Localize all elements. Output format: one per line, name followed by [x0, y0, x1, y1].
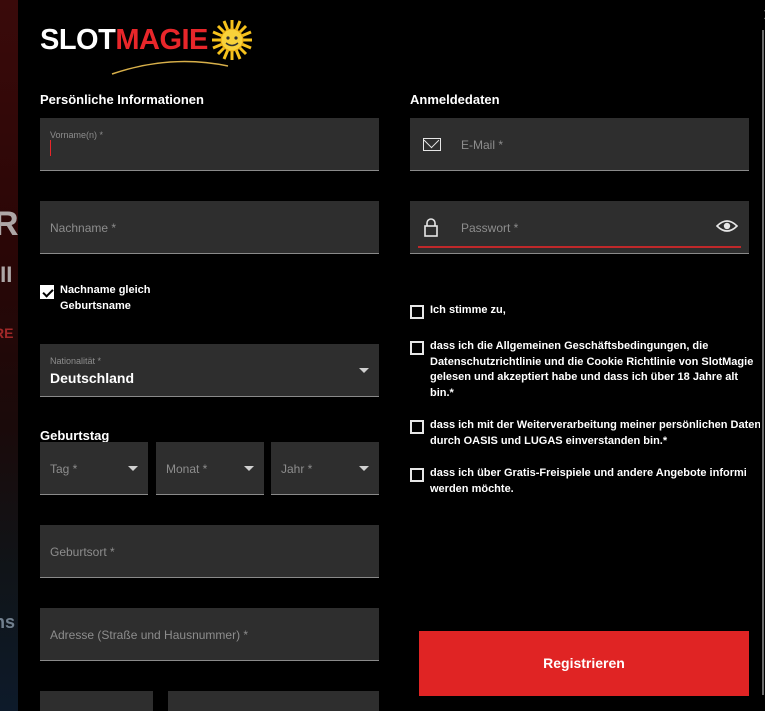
- first-name-field[interactable]: Vorname(n) *: [40, 118, 379, 171]
- birth-day-select[interactable]: Tag *: [40, 442, 148, 495]
- password-error-underline: [418, 246, 741, 248]
- same-birthname-label-line1: Nachname gleich: [60, 284, 151, 296]
- birth-year-placeholder: Jahr *: [281, 462, 313, 476]
- chevron-down-icon: [359, 368, 369, 373]
- chevron-down-icon: [128, 466, 138, 471]
- marketing-label: dass ich über Gratis-Freispiele und ande…: [430, 466, 746, 497]
- terms-label-line4: bin.*: [430, 386, 454, 399]
- password-field[interactable]: Passwort *: [410, 201, 749, 254]
- lock-icon: [424, 218, 438, 237]
- chevron-down-icon: [244, 466, 254, 471]
- agree-all-label: Ich stimme zu,: [430, 304, 506, 316]
- close-icon[interactable]: ×: [758, 4, 765, 26]
- birth-month-placeholder: Monat *: [166, 462, 208, 476]
- marketing-label-line2: werden möchte.: [430, 482, 514, 495]
- chevron-down-icon: [359, 466, 369, 471]
- postal-code-field[interactable]: [40, 691, 153, 711]
- city-field[interactable]: [168, 691, 379, 711]
- background-text: ns: [0, 612, 16, 632]
- agree-all-checkbox[interactable]: [410, 305, 424, 319]
- sun-icon: [212, 20, 252, 60]
- background-text: R: [0, 205, 19, 243]
- same-birthname-label-line2: Geburtsname: [60, 299, 131, 312]
- slotmagie-logo: SLOTMAGIE: [40, 18, 260, 75]
- logo-text-slot: SLOT: [40, 24, 116, 56]
- mail-icon: [423, 138, 441, 151]
- section-title-birthday: Geburtstag: [40, 428, 110, 443]
- email-placeholder: E-Mail *: [461, 138, 504, 152]
- marketing-checkbox[interactable]: [410, 468, 424, 482]
- address-field[interactable]: Adresse (Straße und Hausnummer) *: [40, 608, 379, 661]
- logo-text-magie: MAGIE: [115, 24, 208, 56]
- data-processing-checkbox[interactable]: [410, 420, 424, 434]
- nationality-value: Deutschland: [50, 370, 135, 386]
- birth-day-placeholder: Tag *: [50, 462, 78, 476]
- first-name-label: Vorname(n) *: [50, 130, 104, 140]
- text-caret: [50, 140, 51, 156]
- last-name-placeholder: Nachname *: [50, 221, 117, 235]
- data-processing-label-line1: dass ich mit der Weiterverarbeitung mein…: [430, 419, 760, 431]
- data-processing-label: dass ich mit der Weiterverarbeitung mein…: [430, 418, 760, 449]
- logo-swoosh-icon: [111, 60, 229, 75]
- same-birthname-label: Nachname gleich Geburtsname: [60, 283, 150, 314]
- address-placeholder: Adresse (Straße und Hausnummer) *: [50, 628, 249, 642]
- section-title-personal: Persönliche Informationen: [40, 92, 204, 107]
- email-field[interactable]: E-Mail *: [410, 118, 749, 171]
- background-text: III: [0, 262, 13, 287]
- last-name-field[interactable]: Nachname *: [40, 201, 379, 254]
- background-art: R III RE ns: [0, 0, 19, 711]
- same-birthname-checkbox[interactable]: [40, 285, 54, 299]
- birth-year-select[interactable]: Jahr *: [271, 442, 379, 495]
- nationality-label: Nationalität *: [50, 356, 102, 366]
- terms-label-line2: Datenschutzrichtlinie und die Cookie Ric…: [430, 355, 754, 368]
- birthplace-field[interactable]: Geburtsort *: [40, 525, 379, 578]
- eye-icon[interactable]: [716, 219, 738, 233]
- nationality-select[interactable]: Nationalität * Deutschland: [40, 344, 379, 397]
- scrollbar[interactable]: [762, 30, 764, 695]
- data-processing-label-line2: durch OASIS und LUGAS einverstanden bin.…: [430, 434, 668, 447]
- background-text: RE: [0, 325, 14, 341]
- birth-month-select[interactable]: Monat *: [156, 442, 264, 495]
- section-title-login: Anmeldedaten: [410, 92, 500, 107]
- terms-label: dass ich die Allgemeinen Geschäftsbeding…: [430, 339, 760, 401]
- marketing-label-line1: dass ich über Gratis-Freispiele und ande…: [430, 467, 746, 479]
- terms-label-line1: dass ich die Allgemeinen Geschäftsbeding…: [430, 340, 709, 352]
- password-placeholder: Passwort *: [461, 221, 519, 235]
- terms-label-line3: gelesen und akzeptiert habe und dass ich…: [430, 371, 739, 383]
- terms-checkbox[interactable]: [410, 341, 424, 355]
- birthplace-placeholder: Geburtsort *: [50, 545, 115, 559]
- register-button[interactable]: Registrieren: [419, 631, 749, 696]
